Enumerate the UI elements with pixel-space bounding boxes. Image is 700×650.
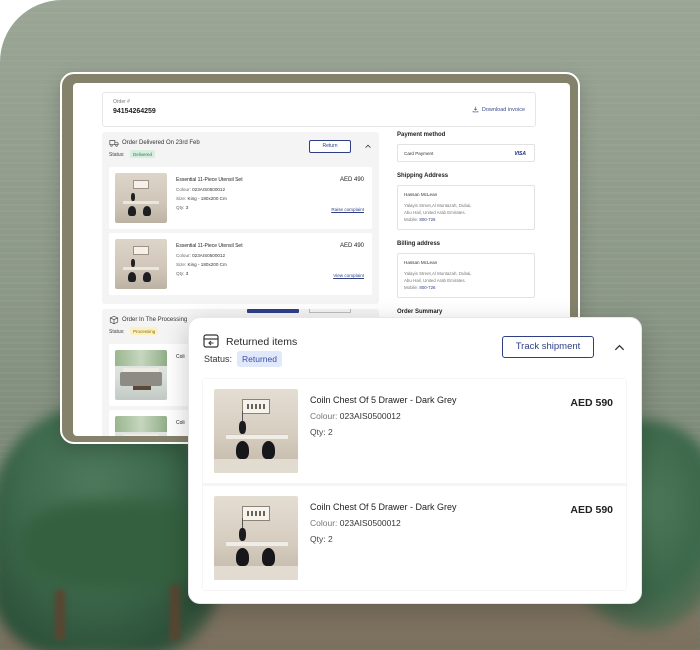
status-badge-returned: Returned [237, 351, 282, 367]
chair-leg [170, 585, 180, 640]
product-price: AED 590 [570, 504, 613, 516]
chevron-up-icon[interactable] [364, 142, 372, 150]
list-item: Coiln Chest Of 5 Drawer - Dark Grey Colo… [203, 379, 626, 483]
returned-items-title: Returned items [226, 336, 298, 348]
product-name: Essential 11-Piece Utensil Set [176, 177, 243, 183]
shipping-name: Hassan McLean [404, 192, 438, 197]
box-icon [109, 315, 119, 325]
status-label: Status: [204, 354, 233, 364]
product-thumbnail [214, 389, 298, 473]
billing-mobile: Mobile: 800-726 [404, 285, 436, 290]
returned-items-list: Coiln Chest Of 5 Drawer - Dark Grey Colo… [202, 378, 627, 591]
shipping-address-box: Hassan McLean Yalayis Street,Al Muntazah… [397, 185, 535, 230]
delivered-panel-title: Order Delivered On 23rd Feb [122, 140, 200, 146]
return-button[interactable]: Return [309, 140, 351, 153]
billing-address-title: Billing address [397, 241, 441, 247]
visa-logo: VISA [514, 151, 526, 157]
product-thumbnail [214, 496, 298, 580]
processing-panel-title: Order In The Processing [122, 317, 188, 323]
status-label: Status: [109, 329, 125, 335]
product-qty: Qty: 3 [176, 271, 189, 276]
delivered-order-panel: Order Delivered On 23rd Feb Status: Deli… [102, 132, 379, 304]
shipping-line2: Abu Hail, United Arab Emirates. [404, 210, 466, 215]
list-item: Coiln Chest Of 5 Drawer - Dark Grey Colo… [203, 486, 626, 590]
shipping-line1: Yalayis Street,Al Muntazah, Dubai, [404, 203, 472, 208]
product-name: Coli [176, 420, 185, 426]
status-badge-processing: Processing [130, 327, 159, 335]
view-complaint-link[interactable]: View complaint [333, 273, 364, 278]
shipping-address-title: Shipping Address [397, 173, 449, 179]
download-invoice-label: Download invoice [481, 106, 525, 113]
billing-line2: Abu Hail, United Arab Emirates. [404, 278, 466, 283]
order-item: Essential 11-Piece Utensil Set Colour: 0… [109, 233, 372, 295]
billing-name: Hassan McLean [404, 260, 438, 265]
product-name: Essential 11-Piece Utensil Set [176, 243, 243, 249]
product-thumbnail [115, 239, 167, 289]
product-colour: Colour: 023AIS0500012 [176, 253, 226, 258]
order-number-card: Order # 94154264259 Download invoice [102, 92, 536, 127]
product-price: AED 590 [570, 397, 613, 409]
product-colour: Colour: 023AIS0500012 [176, 187, 226, 192]
product-thumbnail [115, 416, 167, 436]
product-thumbnail [115, 173, 167, 223]
chevron-up-icon[interactable] [613, 341, 626, 354]
payment-method-box: Card Payment VISA [397, 144, 535, 162]
product-qty: Qty: 2 [310, 534, 333, 544]
chair-leg [55, 590, 65, 640]
product-name: Coli [176, 354, 185, 360]
returned-items-card: Returned items Status: Returned Track sh… [188, 317, 642, 604]
download-invoice-link[interactable]: Download invoice [472, 106, 525, 113]
product-size: Size: King - 180x200 Cm [176, 262, 227, 267]
product-price: AED 490 [339, 177, 364, 183]
truck-icon [109, 140, 119, 147]
order-number: 94154264259 [113, 108, 156, 115]
order-label: Order # [113, 99, 130, 105]
product-qty: Qty: 2 [310, 427, 333, 437]
return-box-icon [203, 334, 219, 348]
payment-method-value: Card Payment [404, 151, 434, 156]
processing-primary-button[interactable] [247, 309, 299, 313]
product-size: Size: King - 180x200 Cm [176, 196, 227, 201]
order-summary-title: Order Summary [397, 309, 443, 315]
product-name: Coiln Chest Of 5 Drawer - Dark Grey [310, 395, 457, 405]
product-name: Coiln Chest Of 5 Drawer - Dark Grey [310, 502, 457, 512]
processing-secondary-button[interactable] [309, 309, 351, 313]
payment-method-title: Payment method [397, 132, 446, 138]
download-icon [472, 106, 479, 113]
status-label: Status: [109, 152, 125, 158]
product-price: AED 490 [339, 243, 364, 249]
billing-line1: Yalayis Street,Al Muntazah, Dubai, [404, 271, 472, 276]
status-badge-delivered: Delivered [130, 150, 156, 158]
product-colour: Colour: 023AIS0500012 [310, 411, 401, 421]
raise-complaint-link[interactable]: Raise complaint [331, 207, 364, 212]
product-thumbnail [115, 350, 167, 400]
shipping-mobile: Mobile: 800-726 [404, 217, 436, 222]
order-item: Essential 11-Piece Utensil Set Colour: 0… [109, 167, 372, 229]
product-colour: Colour: 023AIS0500012 [310, 518, 401, 528]
billing-address-box: Hassan McLean Yalayis Street,Al Muntazah… [397, 253, 535, 298]
product-qty: Qty: 3 [176, 205, 189, 210]
track-shipment-button[interactable]: Track shipment [502, 336, 594, 358]
